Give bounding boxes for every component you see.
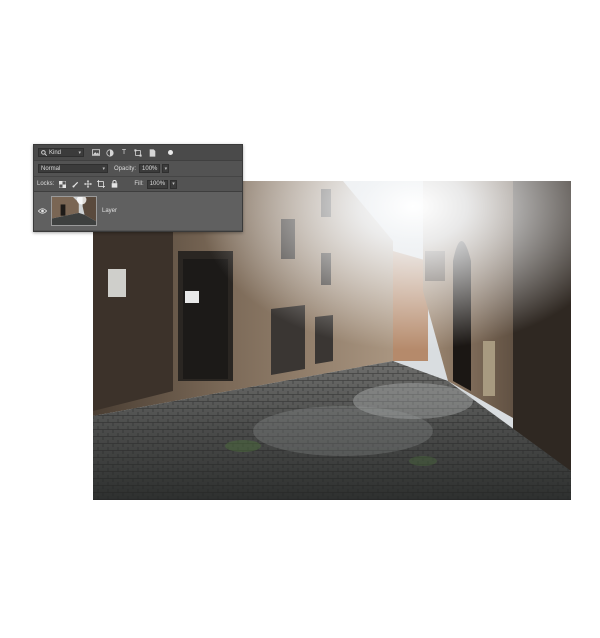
chevron-down-icon: ▾	[164, 165, 168, 172]
layer-row[interactable]: Layer	[34, 192, 242, 230]
blend-mode-dropdown[interactable]: Normal ▾	[38, 164, 108, 173]
filter-kind-label: Kind	[49, 149, 62, 156]
layer-thumbnail-image	[52, 197, 96, 225]
lock-artboard-icon[interactable]	[97, 180, 106, 188]
lock-all-icon[interactable]	[110, 180, 118, 188]
filter-toggle-icon[interactable]	[168, 150, 173, 155]
layers-panel: Kind ▾ T Normal ▾ Opacity: 100% ▾ Locks:…	[33, 144, 243, 232]
blend-mode-row: Normal ▾ Opacity: 100% ▾	[34, 161, 242, 177]
layer-name[interactable]: Layer	[102, 208, 117, 214]
blend-mode-value: Normal	[41, 165, 61, 172]
lock-image-icon[interactable]	[71, 180, 79, 188]
locks-label: Locks:	[37, 181, 55, 187]
chevron-down-icon: ▾	[78, 149, 81, 156]
fill-slider-toggle[interactable]: ▾	[170, 179, 178, 189]
locks-row: Locks: Fill: 100% ▾	[34, 177, 242, 192]
fill-label: Fill:	[134, 181, 144, 187]
image-filter-icon[interactable]	[92, 149, 100, 157]
opacity-label: Opacity:	[114, 165, 137, 172]
opacity-field[interactable]: 100%	[139, 164, 161, 173]
lock-position-icon[interactable]	[84, 180, 93, 188]
opacity-value: 100%	[142, 165, 158, 172]
search-icon	[41, 149, 47, 156]
opacity-slider-toggle[interactable]: ▾	[162, 164, 170, 173]
type-filter-icon[interactable]: T	[120, 149, 128, 157]
fill-field[interactable]: 100%	[146, 179, 169, 189]
chevron-down-icon: ▾	[102, 165, 105, 172]
visibility-eye-icon[interactable]	[37, 206, 47, 216]
adjustment-filter-icon[interactable]	[106, 148, 114, 157]
fill-value: 100%	[149, 181, 166, 187]
shape-filter-icon[interactable]	[134, 148, 142, 157]
smart-object-filter-icon[interactable]	[148, 148, 156, 157]
chevron-down-icon: ▾	[172, 181, 175, 187]
layer-filter-bar: Kind ▾ T	[34, 145, 242, 161]
layer-thumbnail[interactable]	[51, 196, 97, 226]
lock-transparent-icon[interactable]	[58, 180, 66, 188]
filter-kind-dropdown[interactable]: Kind ▾	[38, 148, 84, 157]
